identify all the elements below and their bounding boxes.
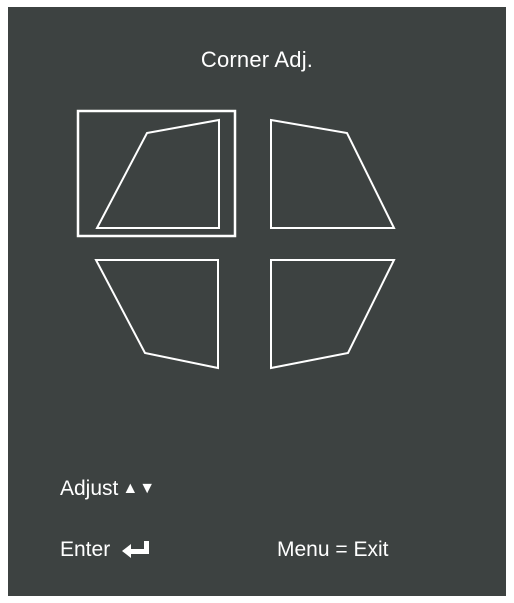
enter-return-icon	[122, 540, 152, 564]
corner-option-top-right[interactable]	[270, 118, 396, 229]
menu-exit-hint: Menu = Exit	[277, 538, 389, 561]
corner-shape-bottom-left-icon	[94, 259, 219, 370]
corner-shape-top-left-icon	[95, 118, 220, 229]
corner-shape-top-right-icon	[270, 118, 396, 229]
corner-option-bottom-right[interactable]	[270, 259, 396, 370]
corner-adjust-osd-panel: Corner Adj. Adjust ▲▼ Enter Menu = Exit	[8, 7, 506, 596]
corner-option-top-left[interactable]	[76, 109, 237, 238]
adjust-hint: Adjust ▲▼	[60, 477, 155, 501]
corner-shape-bottom-right-icon	[270, 259, 396, 370]
enter-hint: Enter	[60, 538, 152, 564]
corner-option-bottom-left[interactable]	[94, 259, 219, 370]
enter-label: Enter	[60, 538, 111, 561]
adjust-label: Adjust	[60, 477, 119, 500]
triangle-up-icon: ▲	[122, 480, 139, 497]
triangle-down-icon: ▼	[139, 480, 156, 497]
corner-selector-grid	[76, 109, 396, 370]
